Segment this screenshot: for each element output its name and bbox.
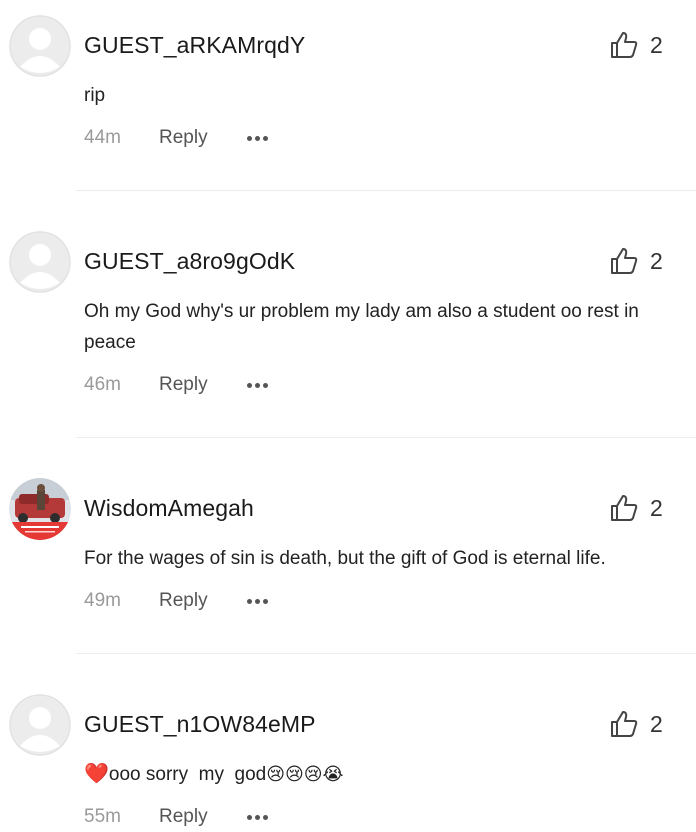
- more-horizontal-icon[interactable]: [247, 593, 268, 610]
- comment-timestamp: 44m: [84, 127, 121, 148]
- default-avatar-icon[interactable]: [9, 694, 71, 756]
- comment-body: ❤️ooo sorry my god😢😢😢😭: [84, 759, 654, 790]
- thumbs-up-icon: [611, 495, 638, 521]
- like-count: 2: [650, 710, 663, 737]
- comment-timestamp: 49m: [84, 590, 121, 611]
- comment-body: rip: [84, 85, 106, 106]
- comment-meta: 46m Reply: [84, 371, 268, 399]
- comment-username[interactable]: GUEST_a8ro9gOdK: [84, 248, 295, 275]
- divider: [76, 190, 696, 191]
- comment-body-text: ooo sorry my god: [108, 764, 267, 785]
- reply-button[interactable]: Reply: [159, 590, 247, 612]
- like-count: 2: [650, 247, 663, 274]
- like-count: 2: [650, 31, 663, 58]
- comment-username[interactable]: GUEST_aRKAMrqdY: [84, 32, 305, 59]
- comment-username[interactable]: WisdomAmegah: [84, 495, 254, 522]
- heart-emoji: ❤️: [84, 763, 109, 785]
- default-avatar-icon[interactable]: [9, 231, 71, 293]
- comment-body: Oh my God why's ur problem my lady am al…: [84, 301, 639, 353]
- more-horizontal-icon[interactable]: [247, 377, 268, 394]
- thumbs-up-icon: [611, 248, 638, 274]
- thumbs-up-icon: [611, 32, 638, 58]
- thumbs-up-icon: [611, 711, 638, 737]
- reply-button[interactable]: Reply: [159, 806, 247, 828]
- reply-button[interactable]: Reply: [159, 374, 247, 396]
- comment-body: For the wages of sin is death, but the g…: [84, 548, 606, 569]
- default-avatar-icon[interactable]: [9, 15, 71, 77]
- comment-meta: 55m Reply: [84, 803, 268, 831]
- like-button[interactable]: 2: [608, 707, 663, 741]
- user-photo-avatar[interactable]: [9, 478, 71, 540]
- like-button[interactable]: 2: [608, 491, 663, 525]
- comment-username[interactable]: GUEST_n1OW84eMP: [84, 711, 316, 738]
- divider: [76, 653, 696, 654]
- like-button[interactable]: 2: [608, 28, 663, 62]
- divider: [76, 437, 696, 438]
- more-horizontal-icon[interactable]: [247, 130, 268, 147]
- like-count: 2: [650, 494, 663, 521]
- more-horizontal-icon[interactable]: [247, 809, 268, 826]
- comment-meta: 44m Reply: [84, 124, 268, 152]
- comment-timestamp: 46m: [84, 374, 121, 395]
- like-button[interactable]: 2: [608, 244, 663, 278]
- comment-timestamp: 55m: [84, 806, 121, 827]
- reply-button[interactable]: Reply: [159, 127, 247, 149]
- comment-meta: 49m Reply: [84, 587, 268, 615]
- crying-emoji-group: 😢😢😢😭: [266, 764, 344, 785]
